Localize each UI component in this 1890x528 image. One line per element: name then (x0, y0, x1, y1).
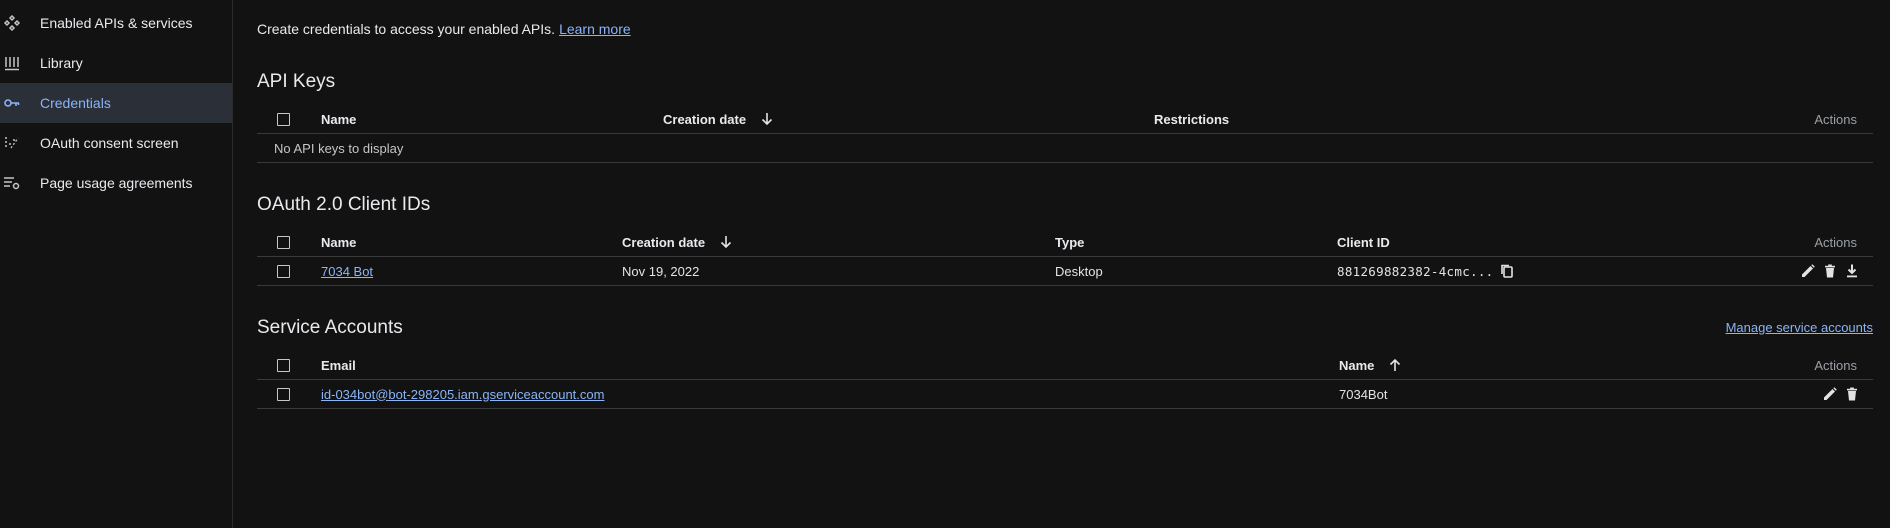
key-icon (0, 83, 32, 123)
table-header-row: Name Creation date Type Client ID Action… (257, 228, 1873, 257)
oauth-table: Name Creation date Type Client ID Action… (257, 228, 1873, 286)
arrow-down-icon[interactable] (719, 235, 733, 249)
service-account-email-link[interactable]: id-034bot@bot-298205.iam.gserviceaccount… (321, 380, 604, 408)
settings-list-icon (0, 163, 32, 203)
creation-date: Nov 19, 2022 (622, 263, 700, 279)
arrow-up-icon[interactable] (1388, 358, 1402, 372)
table-row: 7034 Bot Nov 19, 2022 Desktop 8812698823… (257, 257, 1873, 286)
sidebar-item-label: Page usage agreements (40, 175, 193, 191)
column-label: Creation date (622, 234, 706, 250)
client-type: Desktop (1055, 263, 1103, 279)
sidebar: Enabled APIs & services Library Credenti… (0, 0, 233, 528)
main-content: Create credentials to access your enable… (257, 0, 1873, 528)
sidebar-item-label: Credentials (40, 95, 111, 111)
select-all-checkbox-cell[interactable] (277, 228, 290, 256)
empty-message: No API keys to display (274, 140, 404, 156)
select-all-checkbox-cell[interactable] (277, 105, 290, 133)
sidebar-item-label: OAuth consent screen (40, 135, 179, 151)
delete-icon[interactable] (1819, 260, 1841, 282)
service-accounts-title: Service Accounts (257, 317, 403, 338)
column-creation-date[interactable]: Creation date (663, 105, 774, 133)
column-actions: Actions (1814, 111, 1857, 127)
sidebar-item-enabled-apis[interactable]: Enabled APIs & services (0, 3, 232, 43)
column-name[interactable]: Name (321, 228, 356, 256)
select-all-checkbox-cell[interactable] (277, 351, 290, 379)
oauth-title: OAuth 2.0 Client IDs (257, 194, 431, 215)
consent-icon (0, 123, 32, 163)
learn-more-link[interactable]: Learn more (559, 21, 631, 37)
library-icon (0, 43, 32, 83)
column-client-id[interactable]: Client ID (1337, 228, 1390, 256)
api-keys-title: API Keys (257, 71, 336, 92)
service-account-name: 7034Bot (1339, 386, 1388, 402)
row-actions (1797, 257, 1863, 285)
intro-message: Create credentials to access your enable… (257, 21, 556, 37)
column-restrictions[interactable]: Restrictions (1154, 105, 1229, 133)
column-email[interactable]: Email (321, 351, 356, 379)
row-checkbox-cell[interactable] (277, 380, 290, 408)
edit-icon[interactable] (1797, 260, 1819, 282)
column-name[interactable]: Name (321, 105, 356, 133)
sidebar-item-library[interactable]: Library (0, 43, 232, 83)
table-header-row: Email Name Actions (257, 351, 1873, 380)
service-accounts-table: Email Name Actions id-034bot@bot-298205.… (257, 351, 1873, 409)
edit-icon[interactable] (1819, 383, 1841, 405)
api-keys-table: Name Creation date Restrictions Actions … (257, 105, 1873, 163)
client-name-link[interactable]: 7034 Bot (321, 257, 373, 285)
column-name[interactable]: Name (1339, 351, 1402, 379)
column-actions: Actions (1814, 357, 1857, 373)
sidebar-item-oauth-consent[interactable]: OAuth consent screen (0, 123, 232, 163)
copy-icon[interactable] (1496, 260, 1518, 282)
arrow-down-icon[interactable] (760, 112, 774, 126)
sidebar-item-label: Library (40, 55, 83, 71)
column-actions: Actions (1814, 234, 1857, 250)
column-label: Name (1339, 357, 1375, 373)
empty-row: No API keys to display (257, 134, 1873, 163)
sidebar-item-credentials[interactable]: Credentials (0, 83, 232, 123)
table-header-row: Name Creation date Restrictions Actions (257, 105, 1873, 134)
row-checkbox[interactable] (277, 264, 290, 278)
client-id: 881269882382-4cmc... (1337, 263, 1494, 279)
select-all-checkbox[interactable] (277, 112, 290, 126)
download-icon[interactable] (1841, 260, 1863, 282)
column-creation-date[interactable]: Creation date (622, 228, 733, 256)
row-actions (1819, 380, 1863, 408)
delete-icon[interactable] (1841, 383, 1863, 405)
select-all-checkbox[interactable] (277, 235, 290, 249)
client-id-cell: 881269882382-4cmc... (1337, 257, 1518, 285)
intro-text: Create credentials to access your enable… (257, 21, 631, 37)
column-type[interactable]: Type (1055, 228, 1084, 256)
table-row: id-034bot@bot-298205.iam.gserviceaccount… (257, 380, 1873, 409)
manage-service-accounts-link[interactable]: Manage service accounts (1726, 320, 1873, 335)
column-label: Creation date (663, 111, 747, 127)
sidebar-item-page-usage[interactable]: Page usage agreements (0, 163, 232, 203)
row-checkbox[interactable] (277, 387, 290, 401)
row-checkbox-cell[interactable] (277, 257, 290, 285)
apis-diamond-icon (0, 3, 32, 43)
sidebar-item-label: Enabled APIs & services (40, 15, 193, 31)
select-all-checkbox[interactable] (277, 358, 290, 372)
